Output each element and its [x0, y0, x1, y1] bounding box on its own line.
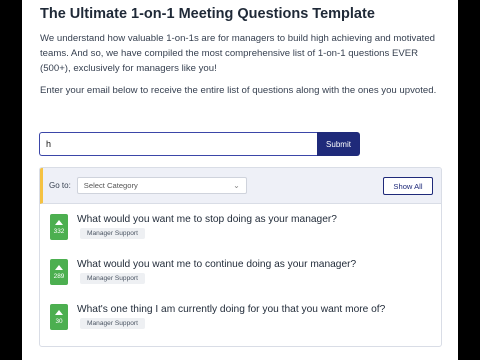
category-select-value: Select Category — [83, 181, 138, 190]
question-item: 30 What's one thing I am currently doing… — [40, 304, 441, 346]
upvote-button[interactable]: 332 — [50, 214, 68, 240]
upvote-arrow-icon — [55, 219, 63, 225]
submit-button[interactable]: Submit — [317, 132, 360, 156]
category-tag: Manager Support — [80, 318, 145, 329]
question-text: What would you want me to continue doing… — [77, 259, 357, 270]
question-text: What would you want me to stop doing as … — [77, 214, 337, 225]
question-text: What's one thing I am currently doing fo… — [77, 304, 386, 315]
chevron-down-icon: ⌄ — [233, 181, 240, 190]
vote-count: 30 — [55, 317, 63, 325]
vote-count: 289 — [53, 272, 65, 280]
category-select[interactable]: Select Category ⌄ — [76, 177, 247, 194]
page-title: The Ultimate 1-on-1 Meeting Questions Te… — [40, 6, 375, 22]
category-tag: Manager Support — [80, 273, 145, 284]
email-input[interactable] — [39, 132, 317, 156]
question-item: 289 What would you want me to continue d… — [40, 259, 441, 301]
email-prompt: Enter your email below to receive the en… — [40, 85, 437, 96]
show-all-button[interactable]: Show All — [383, 177, 433, 195]
page: The Ultimate 1-on-1 Meeting Questions Te… — [22, 0, 458, 360]
upvote-arrow-icon — [55, 309, 63, 315]
goto-bar: Go to: Select Category ⌄ Show All — [40, 168, 441, 204]
vote-count: 332 — [53, 227, 65, 235]
goto-label: Go to: — [49, 181, 71, 190]
intro-paragraph: We understand how valuable 1-on-1s are f… — [40, 33, 436, 74]
email-form: Submit — [39, 132, 360, 156]
category-tag: Manager Support — [80, 228, 145, 239]
questions-panel: Go to: Select Category ⌄ Show All 332 Wh… — [39, 167, 442, 347]
upvote-button[interactable]: 289 — [50, 259, 68, 285]
question-item: 332 What would you want me to stop doing… — [40, 214, 441, 256]
upvote-button[interactable]: 30 — [50, 304, 68, 330]
upvote-arrow-icon — [55, 264, 63, 270]
